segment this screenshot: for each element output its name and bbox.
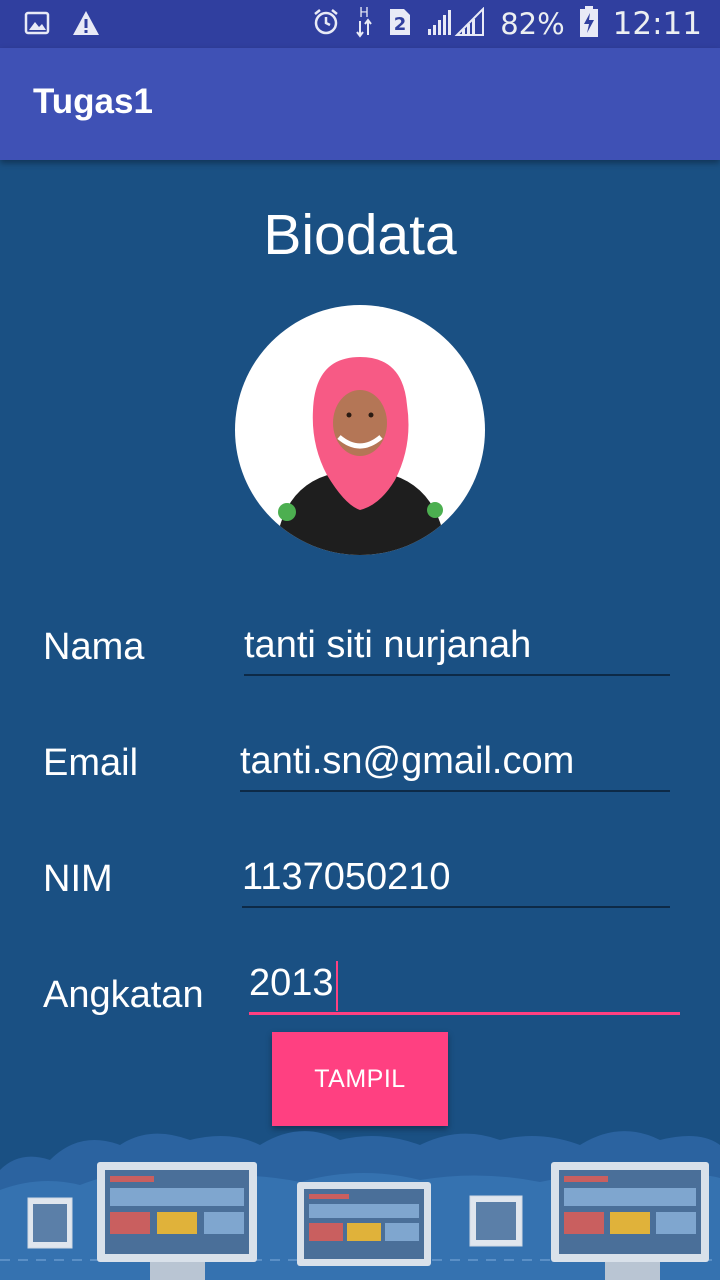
image-notification-icon [24, 10, 50, 40]
page-title: Biodata [263, 203, 457, 267]
nim-label: NIM [43, 858, 113, 900]
angkatan-input[interactable] [249, 955, 680, 1012]
angkatan-label: Angkatan [43, 974, 204, 1016]
app-title: Tugas1 [33, 82, 153, 121]
background-illustration [0, 1110, 720, 1280]
signal-icon [426, 6, 486, 41]
nama-field[interactable] [244, 616, 670, 676]
data-arrows-icon: H [354, 5, 374, 43]
svg-text:2: 2 [394, 14, 407, 35]
nama-label: Nama [43, 626, 145, 668]
status-bar: H 2 82% 12:11 [0, 0, 720, 48]
sim-icon: 2 [388, 7, 412, 41]
nama-input[interactable] [244, 616, 670, 674]
clock: 12:11 [612, 6, 702, 42]
email-label: Email [43, 742, 139, 784]
nim-field[interactable] [242, 848, 670, 908]
email-field[interactable] [240, 732, 670, 792]
text-cursor [336, 961, 338, 1011]
battery-percentage: 82% [500, 7, 565, 41]
app-bar: Tugas1 [0, 48, 720, 160]
email-input[interactable] [240, 732, 670, 790]
svg-text:H: H [359, 6, 369, 21]
alarm-icon [312, 8, 340, 40]
warning-icon [72, 10, 100, 40]
angkatan-field[interactable] [249, 955, 680, 1015]
nim-input[interactable] [242, 848, 670, 906]
profile-avatar [235, 305, 485, 555]
battery-charging-icon [579, 6, 599, 42]
